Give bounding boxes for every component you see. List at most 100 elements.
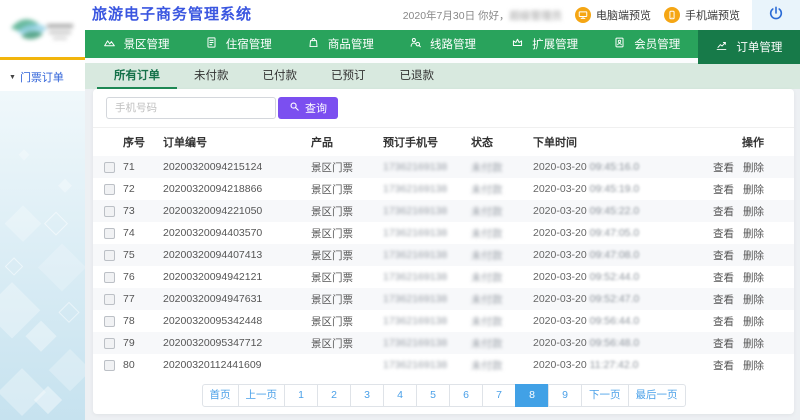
delete-link[interactable]: 删除 (743, 184, 764, 196)
row-checkbox[interactable] (104, 228, 115, 239)
page-button-8[interactable]: 8 (515, 384, 549, 407)
row-checkbox[interactable] (104, 294, 115, 305)
tab-refunded[interactable]: 已退款 (383, 63, 452, 89)
cell-checkbox (93, 266, 123, 288)
page-button-1[interactable]: 1 (284, 384, 318, 407)
page-last-button[interactable]: 最后一页 (628, 384, 686, 407)
cell-operations: 查看删除 (701, 266, 794, 288)
cell-order-time: 2020-03-20 09:47:08.0 (533, 244, 701, 266)
content-card-wrap: 查询 序号 订单编号 产品 预订手机号 (85, 89, 800, 420)
cell-order-no: 20200320095342448 (163, 310, 311, 332)
row-checkbox[interactable] (104, 162, 115, 173)
page-button-6[interactable]: 6 (449, 384, 483, 407)
cell-operations: 查看删除 (701, 178, 794, 200)
sidebar: ▼ 门票订单 (0, 57, 85, 420)
row-checkbox[interactable] (104, 184, 115, 195)
view-link[interactable]: 查看 (713, 228, 734, 240)
row-checkbox[interactable] (104, 316, 115, 327)
view-link[interactable]: 查看 (713, 316, 734, 328)
delete-link[interactable]: 删除 (743, 206, 764, 218)
col-phone: 预订手机号 (383, 128, 471, 156)
cell-order-no: 20200320094407413 (163, 244, 311, 266)
cell-operations: 查看删除 (701, 200, 794, 222)
cell-product: 景区门票 (311, 178, 383, 200)
search-bar: 查询 (93, 89, 794, 128)
page-button-5[interactable]: 5 (416, 384, 450, 407)
view-link[interactable]: 查看 (713, 338, 734, 350)
page-button-9[interactable]: 9 (548, 384, 582, 407)
page-button-4[interactable]: 4 (383, 384, 417, 407)
order-tabs: 所有订单 未付款 已付款 已预订 已退款 (85, 63, 800, 89)
nav-item-hotel[interactable]: 住宿管理 (187, 30, 289, 58)
nav-item-extension[interactable]: 扩展管理 (494, 30, 596, 58)
cell-phone: 17362169138 (383, 266, 471, 288)
cell-order-no: 20200320094221050 (163, 200, 311, 222)
delete-link[interactable]: 删除 (743, 228, 764, 240)
row-checkbox[interactable] (104, 206, 115, 217)
cell-order-time: 2020-03-20 11:27:42.0 (533, 354, 701, 376)
cell-phone: 17362169138 (383, 200, 471, 222)
cell-seq: 78 (123, 310, 163, 332)
page-next-button[interactable]: 下一页 (581, 384, 629, 407)
view-link[interactable]: 查看 (713, 206, 734, 218)
view-link[interactable]: 查看 (713, 162, 734, 174)
cell-product (311, 354, 383, 376)
col-operations: 操作 (701, 128, 794, 156)
goods-icon (307, 36, 320, 52)
nav-item-route[interactable]: 线路管理 (391, 30, 493, 58)
view-link[interactable]: 查看 (713, 294, 734, 306)
view-link[interactable]: 查看 (713, 272, 734, 284)
mobile-preview-button[interactable]: 手机端预览 (664, 7, 740, 23)
cell-checkbox (93, 332, 123, 354)
cell-product: 景区门票 (311, 222, 383, 244)
cell-operations: 查看删除 (701, 310, 794, 332)
page-button-3[interactable]: 3 (350, 384, 384, 407)
search-icon (289, 101, 300, 115)
cell-order-no: 20200320094403570 (163, 222, 311, 244)
cell-checkbox (93, 200, 123, 222)
row-checkbox[interactable] (104, 250, 115, 261)
page-button-7[interactable]: 7 (482, 384, 516, 407)
cell-phone: 17362169138 (383, 156, 471, 178)
delete-link[interactable]: 删除 (743, 162, 764, 174)
delete-link[interactable]: 删除 (743, 338, 764, 350)
view-link[interactable]: 查看 (713, 360, 734, 372)
search-button[interactable]: 查询 (278, 97, 338, 119)
tab-unpaid[interactable]: 未付款 (177, 63, 246, 89)
view-link[interactable]: 查看 (713, 184, 734, 196)
delete-link[interactable]: 删除 (743, 272, 764, 284)
phone-search-input[interactable] (106, 97, 276, 119)
view-link[interactable]: 查看 (713, 250, 734, 262)
tab-paid[interactable]: 已付款 (246, 63, 315, 89)
page-button-2[interactable]: 2 (317, 384, 351, 407)
nav-item-goods[interactable]: 商品管理 (289, 30, 391, 58)
cell-order-time: 2020-03-20 09:45:22.0 (533, 200, 701, 222)
logout-button[interactable] (752, 0, 800, 30)
page-prev-button[interactable]: 上一页 (238, 384, 286, 407)
delete-link[interactable]: 删除 (743, 250, 764, 262)
row-checkbox[interactable] (104, 360, 115, 371)
delete-link[interactable]: 删除 (743, 316, 764, 328)
row-checkbox[interactable] (104, 338, 115, 349)
table-row: 7720200320094947631景区门票17362169138未付款202… (93, 288, 794, 310)
delete-link[interactable]: 删除 (743, 360, 764, 372)
sidebar-item-ticket-orders[interactable]: ▼ 门票订单 (0, 60, 85, 93)
cell-status: 未付款 (471, 288, 533, 310)
page-first-button[interactable]: 首页 (202, 384, 239, 407)
tab-reserved[interactable]: 已预订 (314, 63, 383, 89)
row-checkbox[interactable] (104, 272, 115, 283)
tab-all-orders[interactable]: 所有订单 (97, 63, 177, 89)
nav-item-member[interactable]: 会员管理 (596, 30, 698, 58)
cell-product: 景区门票 (311, 266, 383, 288)
nav-item-orders[interactable]: 订单管理 (698, 30, 800, 64)
phone-icon (664, 7, 680, 23)
nav-item-scenic[interactable]: 景区管理 (85, 30, 187, 58)
cell-checkbox (93, 310, 123, 332)
app-window: 旅游电子商务管理系统 2020年7月30日 你好，超级管理员 电脑端预览 手机端… (0, 0, 800, 420)
cell-seq: 74 (123, 222, 163, 244)
pc-preview-button[interactable]: 电脑端预览 (575, 7, 651, 23)
cell-order-no: 20200320095347712 (163, 332, 311, 354)
chevron-down-icon: ▼ (9, 74, 16, 81)
cell-seq: 75 (123, 244, 163, 266)
delete-link[interactable]: 删除 (743, 294, 764, 306)
